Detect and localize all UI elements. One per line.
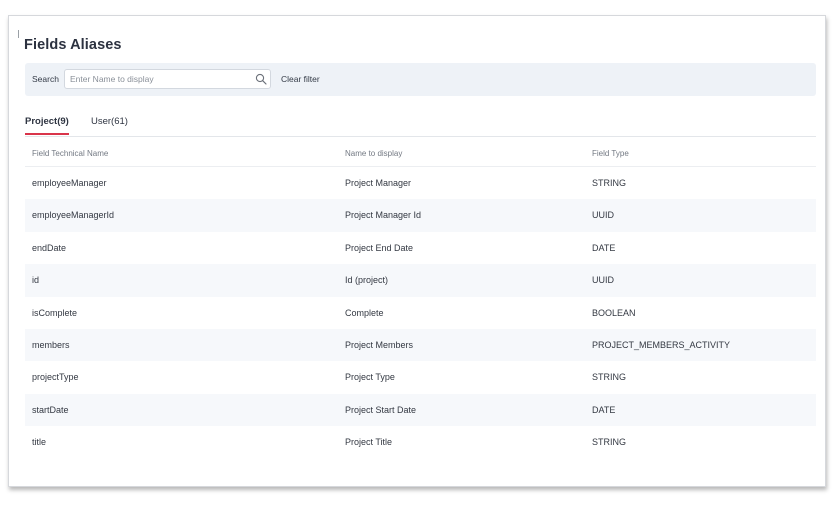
technical-name-cell: employeeManagerId [32, 210, 115, 221]
field-type-cell: DATE [592, 404, 616, 415]
search-bar: Search Clear filter [25, 63, 816, 96]
column-header-name-to-display: Name to display [345, 149, 403, 158]
column-header-field-type: Field Type [592, 149, 629, 158]
display-name-cell: Project Type [345, 372, 395, 383]
field-type-cell: PROJECT_MEMBERS_ACTIVITY [592, 339, 731, 350]
display-name-cell: Project End Date [345, 242, 414, 253]
field-type-cell: STRING [592, 372, 627, 383]
field-type-cell: DATE [592, 242, 616, 253]
display-name-cell: Project Members [345, 339, 414, 350]
tab-user[interactable]: User(61) [91, 116, 128, 135]
display-name-cell: Complete [345, 307, 384, 318]
display-name-cell: Project Start Date [345, 404, 417, 415]
search-input[interactable] [65, 70, 253, 88]
table-row[interactable]: members Project Members PROJECT_MEMBERS_… [25, 328, 816, 362]
technical-name-cell: endDate [32, 242, 67, 253]
technical-name-cell: members [32, 339, 70, 350]
table-row[interactable]: isComplete Complete BOOLEAN [25, 297, 816, 329]
display-name-cell: Id (project) [345, 275, 389, 286]
technical-name-cell: projectType [32, 372, 79, 383]
table-row[interactable]: endDate Project End Date DATE [25, 232, 816, 264]
table-row[interactable]: employeeManager Project Manager STRING [25, 167, 816, 199]
technical-name-cell: title [32, 437, 47, 448]
corner-mark [18, 30, 19, 38]
table-row[interactable]: projectType Project Type STRING [25, 361, 816, 393]
display-name-cell: Project Manager Id [345, 210, 422, 221]
fields-aliases-panel: Fields Aliases Search Clear filter Proje… [8, 15, 826, 487]
clear-filter-button[interactable]: Clear filter [281, 74, 320, 84]
page-title: Fields Aliases [24, 37, 122, 53]
fields-table: Field Technical Name Name to display Fie… [25, 141, 816, 459]
field-type-cell: STRING [592, 437, 627, 448]
table-row[interactable]: title Project Title STRING [25, 426, 816, 458]
field-type-cell: UUID [592, 210, 614, 221]
active-tab-indicator [25, 133, 69, 135]
table-row[interactable]: startDate Project Start Date DATE [25, 393, 816, 427]
field-type-cell: STRING [592, 178, 627, 188]
tab-bar: Project(9) User(61) [25, 116, 816, 137]
search-label: Search [32, 74, 59, 84]
field-type-cell: UUID [592, 275, 614, 286]
technical-name-cell: employeeManager [32, 178, 107, 188]
table-row[interactable]: employeeManagerId Project Manager Id UUI… [25, 199, 816, 232]
field-type-cell: BOOLEAN [592, 307, 636, 318]
column-header-technical-name: Field Technical Name [32, 149, 109, 158]
technical-name-cell: isComplete [32, 307, 78, 318]
table-row[interactable]: id Id (project) UUID [25, 264, 816, 297]
search-field [64, 69, 271, 89]
technical-name-cell: startDate [32, 404, 69, 415]
display-name-cell: Project Manager [345, 178, 412, 188]
display-name-cell: Project Title [345, 437, 393, 448]
table-header: Field Technical Name Name to display Fie… [25, 141, 816, 167]
technical-name-cell: id [32, 275, 40, 286]
search-icon[interactable] [255, 73, 267, 85]
